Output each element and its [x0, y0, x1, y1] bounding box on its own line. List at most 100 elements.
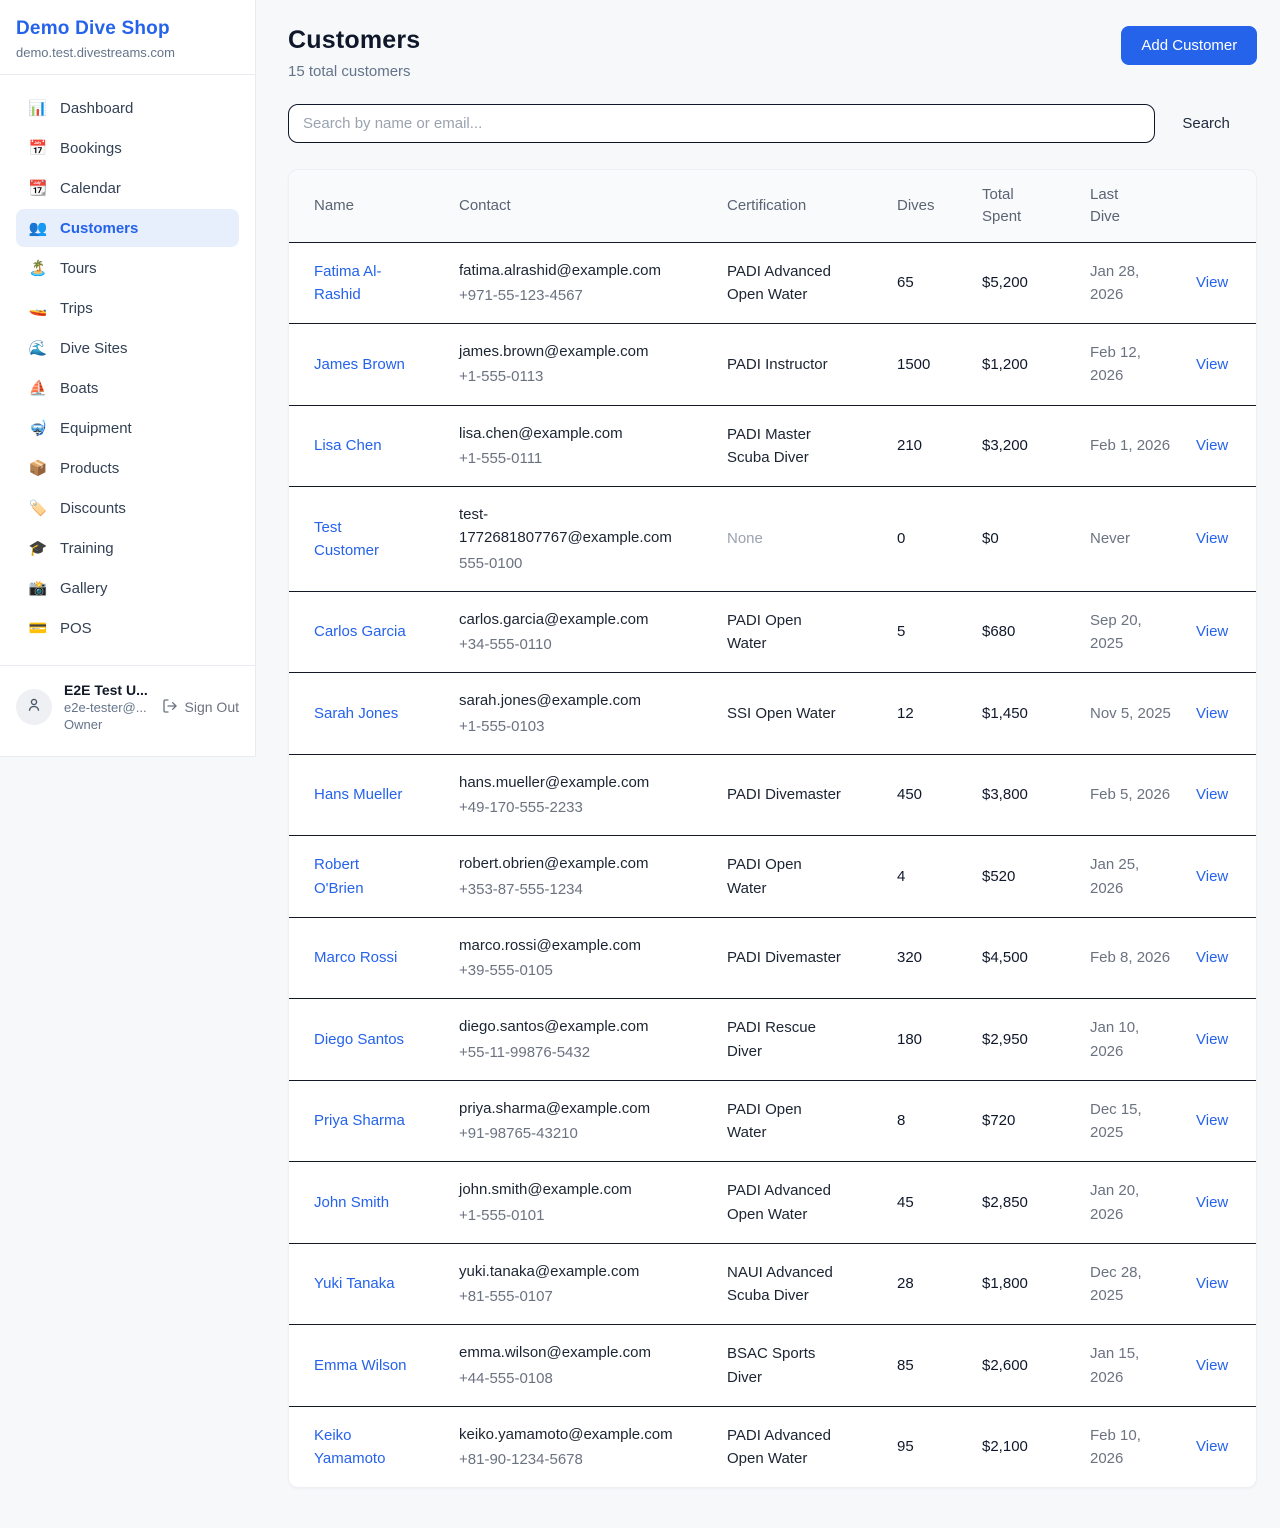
- customer-total-spent: $680: [982, 604, 1090, 659]
- column-header: Total Spent: [982, 170, 1090, 242]
- customer-phone: 555-0100: [459, 552, 672, 575]
- view-link[interactable]: View: [1196, 949, 1228, 966]
- view-link[interactable]: View: [1196, 530, 1228, 547]
- customer-contact: lisa.chen@example.com +1-555-0111: [459, 406, 727, 487]
- avatar: [16, 689, 52, 725]
- sidebar-item-bookings[interactable]: 📅 Bookings: [16, 129, 239, 167]
- customer-name-link[interactable]: Test Customer: [314, 500, 459, 579]
- customer-name-link[interactable]: Carlos Garcia: [314, 604, 459, 659]
- nav-item-icon: 🏷️: [28, 499, 48, 517]
- sign-out-button[interactable]: Sign Out: [162, 698, 239, 717]
- sidebar-item-pos[interactable]: 💳 POS: [16, 609, 239, 647]
- customer-name-link[interactable]: Hans Mueller: [314, 767, 459, 822]
- customer-name-link[interactable]: Emma Wilson: [314, 1338, 459, 1393]
- sidebar-item-dive-sites[interactable]: 🌊 Dive Sites: [16, 329, 239, 367]
- customer-last-dive: Nov 5, 2025: [1090, 686, 1196, 741]
- customer-name-link[interactable]: Marco Rossi: [314, 930, 459, 985]
- customer-certification: PADI Master Scuba Diver: [727, 407, 897, 486]
- view-link[interactable]: View: [1196, 1031, 1228, 1048]
- customer-name-link[interactable]: Lisa Chen: [314, 418, 459, 473]
- customer-contact: john.smith@example.com +1-555-0101: [459, 1162, 727, 1243]
- customer-dives: 210: [897, 418, 982, 473]
- nav-item-icon: 🎓: [28, 539, 48, 557]
- view-link[interactable]: View: [1196, 1438, 1228, 1455]
- sign-out-label: Sign Out: [185, 699, 239, 715]
- customer-contact: sarah.jones@example.com +1-555-0103: [459, 673, 727, 754]
- customer-phone: +34-555-0110: [459, 633, 672, 656]
- sidebar-item-customers[interactable]: 👥 Customers: [16, 209, 239, 247]
- add-customer-button[interactable]: Add Customer: [1121, 26, 1257, 65]
- customer-email: hans.mueller@example.com: [459, 771, 672, 794]
- customer-name-link[interactable]: Fatima Al-Rashid: [314, 244, 459, 323]
- customer-email: sarah.jones@example.com: [459, 689, 672, 712]
- customer-name-link[interactable]: Priya Sharma: [314, 1093, 459, 1148]
- customer-certification: SSI Open Water: [727, 686, 897, 741]
- table-row: Fatima Al-Rashid fatima.alrashid@example…: [289, 242, 1256, 324]
- view-link[interactable]: View: [1196, 786, 1228, 803]
- customer-email: yuki.tanaka@example.com: [459, 1260, 672, 1283]
- customer-contact: hans.mueller@example.com +49-170-555-223…: [459, 755, 727, 836]
- customer-name-link[interactable]: Diego Santos: [314, 1012, 459, 1067]
- customer-total-spent: $1,200: [982, 337, 1090, 392]
- view-link[interactable]: View: [1196, 1194, 1228, 1211]
- sidebar-item-boats[interactable]: ⛵ Boats: [16, 369, 239, 407]
- nav-item-icon: 📸: [28, 579, 48, 597]
- customer-name-link[interactable]: Sarah Jones: [314, 686, 459, 741]
- customer-contact: emma.wilson@example.com +44-555-0108: [459, 1325, 727, 1406]
- table-row: Emma Wilson emma.wilson@example.com +44-…: [289, 1324, 1256, 1406]
- view-link[interactable]: View: [1196, 868, 1228, 885]
- customer-name-link[interactable]: James Brown: [314, 337, 459, 392]
- nav-item-label: Trips: [60, 300, 93, 317]
- customer-dives: 95: [897, 1419, 982, 1474]
- sidebar-item-products[interactable]: 📦 Products: [16, 449, 239, 487]
- search-button[interactable]: Search: [1166, 107, 1246, 140]
- person-icon: [25, 696, 43, 719]
- view-link[interactable]: View: [1196, 437, 1228, 454]
- customer-phone: +44-555-0108: [459, 1367, 672, 1390]
- customer-contact: fatima.alrashid@example.com +971-55-123-…: [459, 243, 727, 324]
- nav-item-icon: 👥: [28, 219, 48, 237]
- customer-name-link[interactable]: Yuki Tanaka: [314, 1256, 459, 1311]
- customer-certification: PADI Advanced Open Water: [727, 244, 897, 323]
- sidebar-item-equipment[interactable]: 🤿 Equipment: [16, 409, 239, 447]
- customer-email: keiko.yamamoto@example.com: [459, 1423, 672, 1446]
- sidebar-item-training[interactable]: 🎓 Training: [16, 529, 239, 567]
- customer-last-dive: Jan 25, 2026: [1090, 837, 1196, 916]
- customer-last-dive: Jan 10, 2026: [1090, 1000, 1196, 1079]
- customer-phone: +49-170-555-2233: [459, 796, 672, 819]
- view-link[interactable]: View: [1196, 623, 1228, 640]
- customer-total-spent: $720: [982, 1093, 1090, 1148]
- customer-last-dive: Never: [1090, 511, 1196, 566]
- table-row: Robert O'Brien robert.obrien@example.com…: [289, 835, 1256, 917]
- customer-email: priya.sharma@example.com: [459, 1097, 672, 1120]
- sidebar-item-calendar[interactable]: 📆 Calendar: [16, 169, 239, 207]
- nav-item-label: Calendar: [60, 180, 121, 197]
- sidebar-item-gallery[interactable]: 📸 Gallery: [16, 569, 239, 607]
- table-row: Hans Mueller hans.mueller@example.com +4…: [289, 754, 1256, 836]
- view-link[interactable]: View: [1196, 1275, 1228, 1292]
- sidebar-item-dashboard[interactable]: 📊 Dashboard: [16, 89, 239, 127]
- customer-email: diego.santos@example.com: [459, 1015, 672, 1038]
- view-link[interactable]: View: [1196, 1112, 1228, 1129]
- user-meta: E2E Test U... e2e-tester@... Owner: [64, 682, 150, 732]
- view-link[interactable]: View: [1196, 274, 1228, 291]
- customer-total-spent: $3,200: [982, 418, 1090, 473]
- customer-certification: PADI Instructor: [727, 337, 897, 392]
- customer-email: john.smith@example.com: [459, 1178, 672, 1201]
- search-bar: Search: [288, 104, 1257, 143]
- customer-dives: 8: [897, 1093, 982, 1148]
- view-link[interactable]: View: [1196, 705, 1228, 722]
- customer-phone: +55-11-99876-5432: [459, 1041, 672, 1064]
- customer-name-link[interactable]: Keiko Yamamoto: [314, 1408, 459, 1487]
- sidebar-item-trips[interactable]: 🚤 Trips: [16, 289, 239, 327]
- sidebar-item-tours[interactable]: 🏝️ Tours: [16, 249, 239, 287]
- customer-name-link[interactable]: Robert O'Brien: [314, 837, 459, 916]
- customer-certification: BSAC Sports Diver: [727, 1326, 897, 1405]
- view-link[interactable]: View: [1196, 1357, 1228, 1374]
- customer-last-dive: Feb 1, 2026: [1090, 418, 1196, 473]
- page-header: Customers 15 total customers Add Custome…: [288, 26, 1257, 80]
- customer-name-link[interactable]: John Smith: [314, 1175, 459, 1230]
- sidebar-item-discounts[interactable]: 🏷️ Discounts: [16, 489, 239, 527]
- view-link[interactable]: View: [1196, 356, 1228, 373]
- search-input[interactable]: [288, 104, 1155, 143]
